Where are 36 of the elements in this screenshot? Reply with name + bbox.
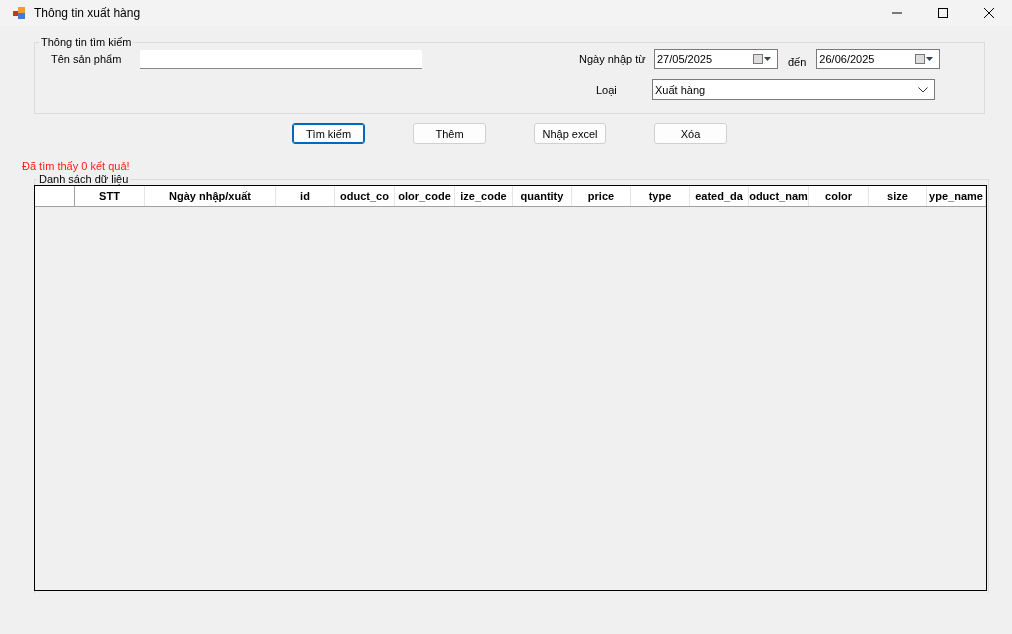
window-title: Thông tin xuất hàng <box>34 6 141 20</box>
column-header[interactable]: ize_code <box>455 186 513 206</box>
action-button[interactable]: Xóa <box>654 123 727 144</box>
column-header[interactable]: price <box>572 186 631 206</box>
column-header[interactable]: Ngày nhập/xuất <box>145 186 276 206</box>
chevron-down-icon <box>918 86 928 93</box>
group-title: Danh sách dữ liệu <box>38 173 130 185</box>
date-from-picker[interactable]: 27/05/2025 <box>654 49 778 69</box>
close-icon[interactable] <box>984 8 994 18</box>
column-header[interactable]: oduct_co <box>335 186 395 206</box>
group-title: Thông tin tìm kiếm <box>40 36 133 48</box>
action-button[interactable]: Thêm <box>413 123 486 144</box>
column-header[interactable]: ype_name <box>927 186 986 206</box>
column-header[interactable]: color <box>809 186 869 206</box>
calendar-icon <box>753 54 773 64</box>
field-label: Loại <box>596 83 618 96</box>
field-label: Ngày nhập từ <box>579 53 647 65</box>
calendar-icon <box>915 54 936 64</box>
column-header[interactable]: size <box>869 186 927 206</box>
product-name-field[interactable] <box>140 49 422 69</box>
action-button[interactable]: Nhập excel <box>534 123 606 144</box>
app-icon <box>12 6 26 20</box>
date-to-picker[interactable]: 26/06/2025 <box>816 49 941 69</box>
column-header[interactable]: olor_code <box>395 186 455 206</box>
column-header[interactable]: STT <box>75 186 145 206</box>
action-button[interactable]: Tìm kiếm <box>292 123 365 144</box>
field-label: Tên sản phẩm <box>51 53 123 65</box>
column-header[interactable]: id <box>276 186 335 206</box>
maximize-icon[interactable] <box>938 8 948 18</box>
column-header[interactable]: quantity <box>513 186 572 206</box>
column-header[interactable]: oduct_nam <box>749 186 809 206</box>
column-header[interactable]: type <box>631 186 690 206</box>
type-dropdown[interactable]: Xuất hàng <box>652 79 935 100</box>
field-label: đến <box>788 54 807 68</box>
column-header[interactable]: eated_da <box>690 186 749 206</box>
result-message: Đã tìm thấy 0 kết quả! <box>22 160 131 172</box>
